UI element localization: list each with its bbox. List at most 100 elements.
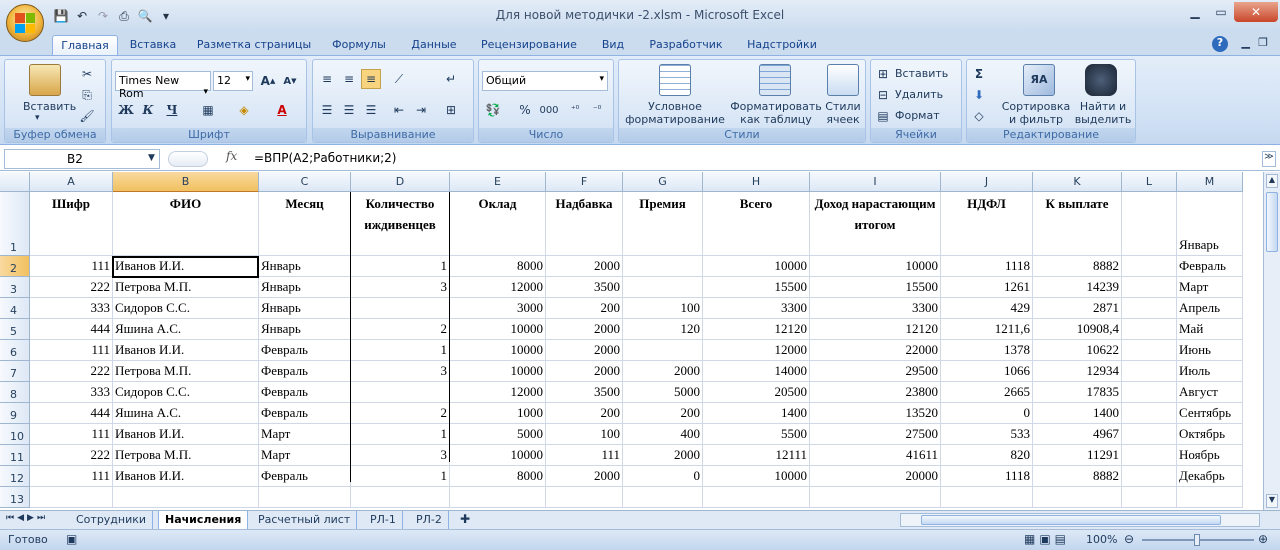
decrease-indent-icon[interactable]: ⇤	[389, 100, 409, 120]
cell-l10[interactable]	[1122, 424, 1177, 445]
cell-g12[interactable]: 0	[623, 466, 703, 487]
cell-f13[interactable]	[546, 487, 623, 508]
cell-m12[interactable]: Декабрь	[1177, 466, 1243, 487]
cell-c12[interactable]: Февраль	[259, 466, 351, 487]
cell-e5[interactable]: 10000	[450, 319, 546, 340]
cell-b11[interactable]: Петрова М.П.	[113, 445, 259, 466]
sort-filter-button[interactable]: Сортировка и фильтр	[1001, 100, 1071, 126]
cell-e9[interactable]: 1000	[450, 403, 546, 424]
copy-icon[interactable]: ⎘	[77, 85, 97, 105]
cell-e10[interactable]: 5000	[450, 424, 546, 445]
row-header[interactable]: 6	[0, 340, 30, 361]
tab-home[interactable]: Главная	[52, 35, 118, 56]
column-header-j[interactable]: J	[941, 172, 1033, 192]
minimize-button[interactable]: ▁	[1182, 2, 1208, 22]
sheet-tab-employees[interactable]: Сотрудники	[70, 511, 154, 529]
cell-a2[interactable]: 111	[30, 256, 113, 277]
font-color-icon[interactable]: A	[272, 100, 292, 120]
cell-j5[interactable]: 1211,6	[941, 319, 1033, 340]
cell-j8[interactable]: 2665	[941, 382, 1033, 403]
paste-button[interactable]: Вставить	[23, 100, 76, 113]
cell-c5[interactable]: Январь	[259, 319, 351, 340]
wrap-text-icon[interactable]: ↵	[441, 69, 461, 89]
cell-k6[interactable]: 10622	[1033, 340, 1122, 361]
row-header[interactable]: 8	[0, 382, 30, 403]
cell-k13[interactable]	[1033, 487, 1122, 508]
cell-h6[interactable]: 12000	[703, 340, 810, 361]
cell-b12[interactable]: Иванов И.И.	[113, 466, 259, 487]
format-painter-icon[interactable]: 🖌	[77, 106, 97, 126]
cell-i7[interactable]: 29500	[810, 361, 941, 382]
cell-k4[interactable]: 2871	[1033, 298, 1122, 319]
cell-f7[interactable]: 2000	[546, 361, 623, 382]
borders-icon[interactable]: ▦	[198, 100, 218, 120]
cell-m6[interactable]: Июнь	[1177, 340, 1243, 361]
cell-g5[interactable]: 120	[623, 319, 703, 340]
cell-k11[interactable]: 11291	[1033, 445, 1122, 466]
cell-l3[interactable]	[1122, 277, 1177, 298]
help-icon[interactable]: ?	[1212, 36, 1228, 52]
cell-f5[interactable]: 2000	[546, 319, 623, 340]
cell-f12[interactable]: 2000	[546, 466, 623, 487]
sheet-tab-rl2[interactable]: РЛ-2	[410, 511, 449, 529]
sheet-tab-accruals[interactable]: Начисления	[158, 511, 249, 529]
cell-f8[interactable]: 3500	[546, 382, 623, 403]
cell-d3[interactable]: 3	[351, 277, 450, 298]
cell-g9[interactable]: 200	[623, 403, 703, 424]
merge-center-icon[interactable]: ⊞	[441, 100, 461, 120]
format-as-table-button[interactable]: Форматировать как таблицу	[729, 100, 823, 126]
cell-l9[interactable]	[1122, 403, 1177, 424]
column-header-h[interactable]: H	[703, 172, 810, 192]
tab-addins[interactable]: Надстройки	[740, 35, 824, 56]
clear-icon[interactable]: ◇	[969, 106, 989, 126]
zoom-out-icon[interactable]: ⊖	[1124, 532, 1134, 546]
decrease-decimal-icon[interactable]: ⁻⁰	[587, 100, 607, 120]
format-as-table-icon[interactable]	[759, 64, 791, 96]
delete-cells-button[interactable]: Удалить	[895, 88, 943, 101]
cell-d9[interactable]: 2	[351, 403, 450, 424]
redo-icon[interactable]: ↷	[94, 7, 112, 25]
cell-e4[interactable]: 3000	[450, 298, 546, 319]
cell-d8[interactable]	[351, 382, 450, 403]
fill-color-icon[interactable]: ◈	[234, 100, 254, 120]
cell-d12[interactable]: 1	[351, 466, 450, 487]
cell-e8[interactable]: 12000	[450, 382, 546, 403]
cell-b6[interactable]: Иванов И.И.	[113, 340, 259, 361]
fill-icon[interactable]: ⬇	[969, 85, 989, 105]
underline-button[interactable]: Ч	[162, 100, 182, 120]
thousands-button[interactable]: 000	[539, 100, 559, 120]
row-header[interactable]: 4	[0, 298, 30, 319]
cell-l13[interactable]	[1122, 487, 1177, 508]
shrink-font-icon[interactable]: A ▼	[280, 71, 300, 91]
cell-d10[interactable]: 1	[351, 424, 450, 445]
cell-a7[interactable]: 222	[30, 361, 113, 382]
view-buttons-icon[interactable]: ▦▣▤	[1024, 532, 1070, 546]
cell-f10[interactable]: 100	[546, 424, 623, 445]
cell-j9[interactable]: 0	[941, 403, 1033, 424]
cell-g7[interactable]: 2000	[623, 361, 703, 382]
cell-d11[interactable]: 3	[351, 445, 450, 466]
cell-b8[interactable]: Сидоров С.С.	[113, 382, 259, 403]
cell-b4[interactable]: Сидоров С.С.	[113, 298, 259, 319]
cell-k8[interactable]: 17835	[1033, 382, 1122, 403]
cell-l4[interactable]	[1122, 298, 1177, 319]
cell-j3[interactable]: 1261	[941, 277, 1033, 298]
cell-f11[interactable]: 111	[546, 445, 623, 466]
cell-f3[interactable]: 3500	[546, 277, 623, 298]
cell-h7[interactable]: 14000	[703, 361, 810, 382]
save-icon[interactable]: 💾	[52, 7, 70, 25]
cell-k7[interactable]: 12934	[1033, 361, 1122, 382]
cell-j7[interactable]: 1066	[941, 361, 1033, 382]
cell-i9[interactable]: 13520	[810, 403, 941, 424]
cell-h3[interactable]: 15500	[703, 277, 810, 298]
cell-k5[interactable]: 10908,4	[1033, 319, 1122, 340]
cell-b1[interactable]: ФИО	[113, 192, 259, 256]
maximize-button[interactable]: ▭	[1208, 2, 1234, 22]
cell-m4[interactable]: Апрель	[1177, 298, 1243, 319]
cell-m2[interactable]: Февраль	[1177, 256, 1243, 277]
expand-formula-bar-icon[interactable]: ≫	[1262, 151, 1276, 167]
cell-i13[interactable]	[810, 487, 941, 508]
find-select-button[interactable]: Найти и выделить	[1073, 100, 1133, 126]
column-header-m[interactable]: M	[1177, 172, 1243, 192]
cell-a6[interactable]: 111	[30, 340, 113, 361]
